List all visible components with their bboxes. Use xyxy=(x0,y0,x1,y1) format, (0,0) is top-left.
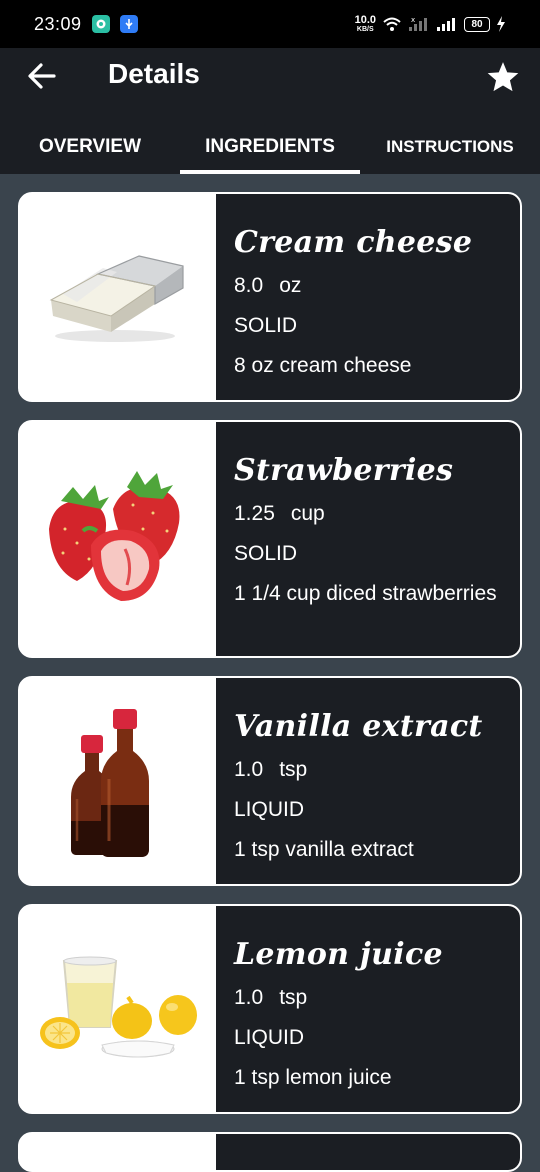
ingredient-quantity: 1.0 tsp xyxy=(234,756,502,784)
star-icon[interactable] xyxy=(486,60,520,94)
net-speed: 10.0 KB/S xyxy=(354,14,376,34)
ingredient-card-vanilla-extract[interactable]: Vanilla extract 1.0 tsp LIQUID 1 tsp vani… xyxy=(18,676,522,886)
ingredient-info xyxy=(216,1134,520,1170)
wifi-icon xyxy=(383,17,401,31)
ingredient-description: 1 1/4 cup diced strawberries xyxy=(234,582,497,605)
ingredient-image xyxy=(20,1134,216,1170)
lemon-juice-image xyxy=(20,906,216,1112)
ingredient-amount: 1.0 xyxy=(234,758,264,781)
battery-indicator: 80 xyxy=(464,16,490,32)
ingredient-type: LIQUID xyxy=(234,1026,305,1049)
ingredient-description: 8 oz cream cheese xyxy=(234,354,412,377)
tab-overview[interactable]: OVERVIEW xyxy=(0,120,180,174)
cream-cheese-image xyxy=(20,194,216,400)
ingredient-type: LIQUID xyxy=(234,798,305,821)
ingredient-card-lemon-juice[interactable]: Lemon juice 1.0 tsp LIQUID 1 tsp lemon ju… xyxy=(18,904,522,1114)
tab-label: INGREDIENTS xyxy=(205,136,335,157)
ingredient-unit: tsp xyxy=(279,986,308,1009)
status-bar: 23:09 10.0 KB/S x 80 xyxy=(0,0,540,48)
svg-text:x: x xyxy=(411,16,415,24)
ingredient-description: 1 tsp lemon juice xyxy=(234,1066,392,1089)
signal-icon-2 xyxy=(437,18,455,31)
ingredient-name: Strawberries xyxy=(234,453,454,488)
strawberries-image xyxy=(20,422,216,656)
ingredient-info: Lemon juice 1.0 tsp LIQUID 1 tsp lemon ju… xyxy=(216,906,520,1112)
ingredient-quantity: 1.25 cup xyxy=(234,500,502,528)
ingredient-type: SOLID xyxy=(234,314,298,337)
tab-bar: OVERVIEW INGREDIENTS INSTRUCTIONS xyxy=(0,120,540,174)
ingredient-type: SOLID xyxy=(234,542,298,565)
back-arrow-icon[interactable] xyxy=(26,60,58,92)
ingredient-info: Strawberries 1.25 cup SOLID 1 1/4 cup dic… xyxy=(216,422,520,656)
app-bar: Details OVERVIEW INGREDIENTS INSTRUCTION… xyxy=(0,48,540,174)
ingredient-unit: cup xyxy=(290,502,325,525)
signal-icon-1: x xyxy=(409,16,427,31)
ingredient-quantity: 1.0 tsp xyxy=(234,984,502,1012)
ingredient-card-strawberries[interactable]: Strawberries 1.25 cup SOLID 1 1/4 cup dic… xyxy=(18,420,522,658)
ingredient-description: 1 tsp vanilla extract xyxy=(234,838,414,861)
ingredient-info: Vanilla extract 1.0 tsp LIQUID 1 tsp vani… xyxy=(216,678,520,884)
messaging-app-icon xyxy=(91,15,110,33)
tab-ingredients[interactable]: INGREDIENTS xyxy=(180,120,360,174)
ingredient-card-cream-cheese[interactable]: Cream cheese 8.0 oz SOLID 8 oz cream chee… xyxy=(18,192,522,402)
ingredient-name: Vanilla extract xyxy=(234,709,483,744)
ingredient-name: Lemon juice xyxy=(234,937,443,972)
ingredient-name: Cream cheese xyxy=(234,225,473,260)
vanilla-extract-image xyxy=(20,678,216,884)
ingredient-amount: 8.0 xyxy=(234,274,264,297)
ingredient-amount: 1.0 xyxy=(234,986,264,1009)
ingredient-card-partial[interactable] xyxy=(18,1132,522,1172)
ingredient-unit: oz xyxy=(279,274,302,297)
tab-label: OVERVIEW xyxy=(38,136,142,157)
tab-label: INSTRUCTIONS xyxy=(386,137,514,156)
charging-icon xyxy=(497,16,505,32)
tab-indicator xyxy=(180,170,360,174)
usb-icon xyxy=(119,15,138,33)
tab-instructions[interactable]: INSTRUCTIONS xyxy=(360,120,540,174)
ingredient-amount: 1.25 xyxy=(234,502,275,525)
ingredient-unit: tsp xyxy=(279,758,308,781)
page-title: Details xyxy=(108,58,200,89)
ingredient-quantity: 8.0 oz xyxy=(234,272,502,300)
status-time: 23:09 xyxy=(34,13,82,34)
ingredient-info: Cream cheese 8.0 oz SOLID 8 oz cream chee… xyxy=(216,194,520,400)
